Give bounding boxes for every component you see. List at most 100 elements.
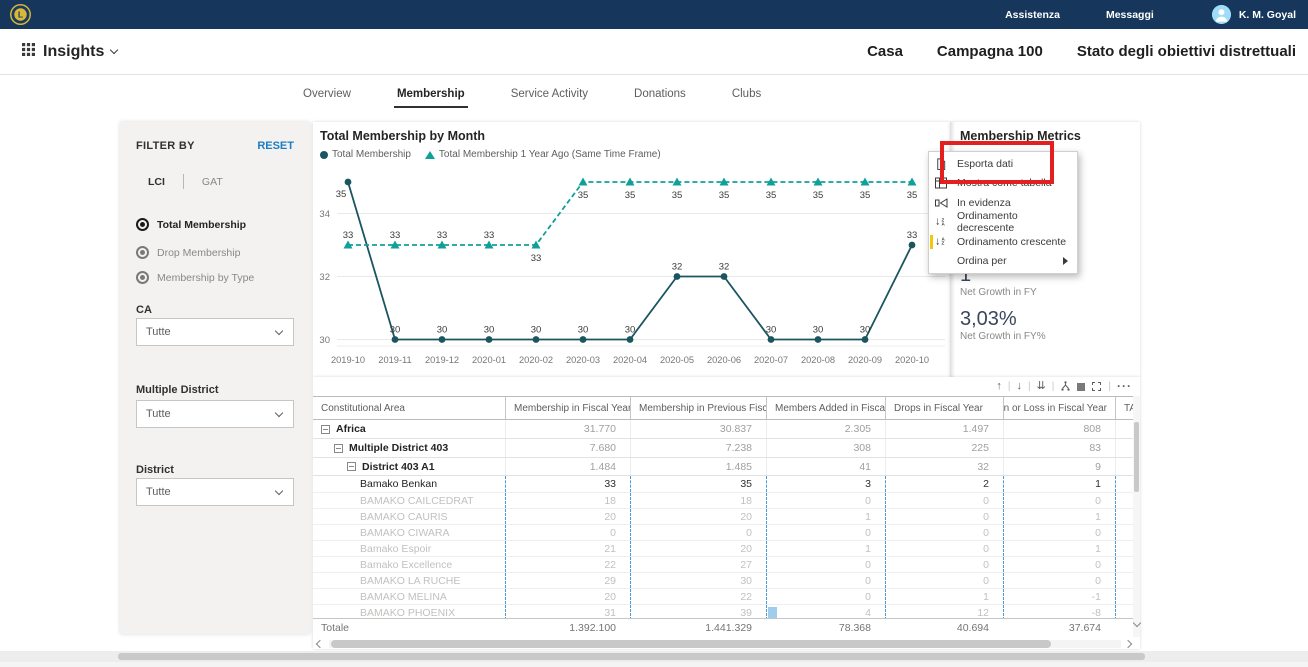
line-chart[interactable]: 3032342019-102019-112019-122020-012020-0…: [313, 160, 950, 382]
column-header-constitutional-area[interactable]: Constitutional Area: [313, 397, 505, 419]
radio-total-membership[interactable]: Total Membership: [136, 218, 246, 231]
collapse-icon[interactable]: [334, 444, 343, 453]
go-to-next-level-icon[interactable]: ⇊: [1037, 381, 1046, 392]
cell-value: 808: [1003, 420, 1115, 438]
metric-label: Net Growth in FY%: [960, 331, 1046, 342]
metric-net-growth-in-fy-: 3,03%Net Growth in FY%: [960, 308, 1046, 342]
scroll-down-arrow-icon[interactable]: [1132, 619, 1140, 627]
hscroll-track[interactable]: [329, 640, 1121, 648]
table-row-bamako-phoenix[interactable]: BAMAKO PHOENIX3139412-8: [313, 605, 1133, 618]
nav-casa[interactable]: Casa: [867, 43, 903, 60]
cell-value: 1: [1003, 541, 1115, 556]
table-row-africa[interactable]: Africa31.77030.8372.3051.497808: [313, 420, 1133, 439]
hscroll-thumb[interactable]: [331, 640, 1051, 648]
svg-text:2020-03: 2020-03: [566, 355, 600, 365]
row-name-label: Bamako Espoir: [360, 543, 431, 555]
dropdown-multiple-district[interactable]: Tutte: [136, 400, 294, 428]
expand-all-icon[interactable]: [1060, 381, 1071, 392]
grid-square-icon[interactable]: [1077, 383, 1085, 391]
table-row-bamako-espoir[interactable]: Bamako Espoir2120101: [313, 541, 1133, 557]
filter-panel: FILTER BY RESET LCIGAT Total MembershipD…: [120, 122, 310, 634]
menu-item-ordinamento-decrescente[interactable]: ↓ZAOrdinamento decrescente: [929, 213, 1077, 233]
column-header-ta[interactable]: TA: [1115, 397, 1133, 419]
metric-value: 3,03%: [960, 308, 1046, 330]
table-row-bamako-excellence[interactable]: Bamako Excellence2227000: [313, 557, 1133, 573]
dropdown-ca[interactable]: Tutte: [136, 318, 294, 346]
row-name-label: BAMAKO LA RUCHE: [360, 575, 460, 587]
row-name-label: BAMAKO MELINA: [360, 591, 447, 603]
reset-button[interactable]: RESET: [257, 140, 294, 152]
cell-value: 0: [505, 525, 630, 540]
tab-membership[interactable]: Membership: [397, 88, 465, 112]
page-scroll-thumb[interactable]: [118, 653, 1145, 660]
nav-campagna-100[interactable]: Campagna 100: [937, 43, 1043, 60]
assistenza-link[interactable]: Assistenza: [1005, 9, 1060, 21]
cell-empty: [1115, 509, 1133, 524]
cell-value: 1.497: [885, 420, 1003, 438]
cell-value: 0: [885, 573, 1003, 588]
svg-text:32: 32: [319, 272, 330, 283]
user-name[interactable]: K. M. Goyal: [1239, 9, 1296, 21]
column-header-drops-in-fiscal-year[interactable]: Drops in Fiscal Year: [885, 397, 1003, 419]
cell-value: 22: [630, 589, 766, 604]
table-row-bamako-la-ruche[interactable]: BAMAKO LA RUCHE2930000: [313, 573, 1133, 589]
drill-down-icon[interactable]: ↓: [1016, 381, 1022, 392]
column-header-gain-or-loss-in-fiscal-year[interactable]: Gain or Loss in Fiscal Year: [1003, 397, 1115, 419]
table-row-bamako-benkan[interactable]: Bamako Benkan3335321: [313, 476, 1133, 493]
table-horizontal-scrollbar[interactable]: [313, 639, 1133, 649]
cell-empty: [1115, 525, 1133, 540]
cell-value: 2.305: [766, 420, 885, 438]
toggle-gat[interactable]: GAT: [202, 176, 223, 188]
column-header-membership-in-previous-fiscal-year[interactable]: Membership in Previous Fiscal Year: [630, 397, 766, 419]
menu-item-ordinamento-crescente[interactable]: ↓AZOrdinamento crescente: [929, 232, 1077, 252]
focus-mode-icon[interactable]: [1091, 381, 1102, 392]
table-row-multiple-district-403[interactable]: Multiple District 4037.6807.23830822583: [313, 439, 1133, 458]
total-label: Totale: [313, 619, 505, 637]
tab-bar: Overview Membership Service Activity Donati…: [303, 88, 761, 112]
svg-text:33: 33: [531, 253, 542, 264]
nav-stato-degli-obiettivi-distrettuali[interactable]: Stato degli obiettivi distrettuali: [1077, 43, 1296, 60]
cell-value: 1: [766, 509, 885, 524]
cell-empty: [1115, 493, 1133, 508]
svg-text:2020-02: 2020-02: [519, 355, 553, 365]
cell-value: 0: [1003, 557, 1115, 572]
radio-drop-membership[interactable]: Drop Membership: [136, 246, 240, 259]
scroll-left-arrow-icon[interactable]: [316, 640, 324, 648]
column-header-membership-in-fiscal-year[interactable]: Membership in Fiscal Year: [505, 397, 630, 419]
cell-value: 32: [885, 458, 1003, 475]
row-name: Bamako Espoir: [313, 541, 505, 556]
tab-service-activity[interactable]: Service Activity: [511, 88, 588, 112]
menu-item-ordina-per[interactable]: Ordina per: [929, 252, 1077, 272]
messaggi-link[interactable]: Messaggi: [1106, 9, 1154, 21]
page-horizontal-scrollbar[interactable]: [0, 651, 1308, 662]
scroll-right-arrow-icon[interactable]: [1124, 640, 1132, 648]
user-avatar[interactable]: [1212, 5, 1231, 24]
table-vertical-scrollbar[interactable]: [1133, 396, 1140, 637]
lions-logo-icon[interactable]: L: [9, 3, 32, 26]
toggle-lci[interactable]: LCI: [148, 176, 165, 188]
tab-clubs[interactable]: Clubs: [732, 88, 761, 112]
insights-menu-button[interactable]: Insights: [22, 43, 117, 61]
svg-text:30: 30: [625, 325, 636, 336]
collapse-icon[interactable]: [321, 425, 330, 434]
cell-value: 0: [885, 541, 1003, 556]
table-row-bamako-melina[interactable]: BAMAKO MELINA202201-1: [313, 589, 1133, 605]
drill-up-icon[interactable]: ↑: [996, 381, 1002, 392]
dropdown-district[interactable]: Tutte: [136, 478, 294, 506]
tab-overview[interactable]: Overview: [303, 88, 351, 112]
more-options-icon[interactable]: ···: [1117, 381, 1132, 392]
cell-value: 0: [766, 493, 885, 508]
row-name: Multiple District 403: [313, 439, 505, 457]
vscroll-thumb[interactable]: [1134, 422, 1139, 492]
radio-membership-by-type[interactable]: Membership by Type: [136, 271, 254, 284]
tab-donations[interactable]: Donations: [634, 88, 686, 112]
table-row-bamako-cailcedrat[interactable]: BAMAKO CAILCEDRAT1818000: [313, 493, 1133, 509]
table-row-bamako-cauris[interactable]: BAMAKO CAURIS2020101: [313, 509, 1133, 525]
collapse-icon[interactable]: [347, 462, 356, 471]
table-row-district-403-a1[interactable]: District 403 A11.4841.48541329: [313, 458, 1133, 476]
row-name: Africa: [313, 420, 505, 438]
cell-value: 12: [885, 605, 1003, 618]
cell-value: 7.238: [630, 439, 766, 457]
column-header-members-added-in-fiscal-year[interactable]: Members Added in Fiscal Year: [766, 397, 885, 419]
table-row-bamako-ciwara[interactable]: BAMAKO CIWARA00000: [313, 525, 1133, 541]
